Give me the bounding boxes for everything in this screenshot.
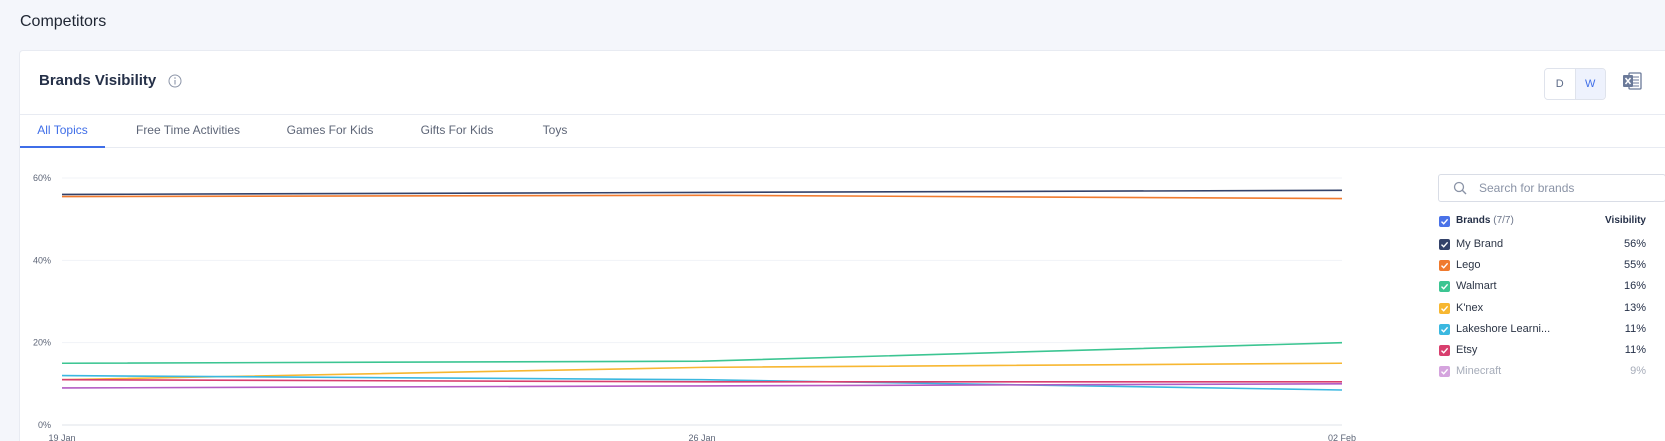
tab-free-time-activities[interactable]: Free Time Activities	[130, 115, 246, 148]
y-tick-label: 20%	[33, 338, 51, 348]
series-line	[61, 194, 1343, 200]
card-title: Brands Visibility	[39, 72, 157, 89]
brand-visibility-value: 55%	[1623, 259, 1646, 272]
brand-name: Walmart	[1456, 280, 1497, 293]
brand-checkbox[interactable]	[1439, 366, 1450, 378]
legend-item[interactable]: Etsy 11%	[1438, 343, 1646, 359]
legend-item[interactable]: Lego 55%	[1438, 258, 1646, 274]
brand-visibility-value: 9%	[1630, 365, 1646, 378]
visibility-header: Visibility	[1605, 215, 1646, 226]
brand-checkbox[interactable]	[1439, 302, 1450, 314]
brand-name: My Brand	[1456, 238, 1504, 250]
brand-checkbox[interactable]	[1439, 323, 1450, 335]
brand-name: K'nex	[1456, 301, 1484, 314]
series-line	[61, 189, 1343, 196]
brand-visibility-value: 11%	[1624, 344, 1646, 356]
brand-checkbox[interactable]	[1439, 345, 1450, 356]
toggle-daily-button[interactable]: D	[1545, 69, 1575, 99]
legend-item[interactable]: K'nex 13%	[1438, 301, 1646, 317]
legend-item[interactable]: My Brand 56%	[1438, 237, 1646, 253]
brand-visibility-value: 16%	[1623, 280, 1646, 293]
brand-name: Etsy	[1456, 344, 1478, 356]
brand-name: Minecraft	[1456, 365, 1502, 378]
excel-export-icon[interactable]	[1621, 70, 1643, 92]
brand-checkbox[interactable]	[1439, 260, 1450, 272]
x-tick-label: 26 Jan	[688, 433, 715, 441]
brand-checkbox[interactable]	[1439, 239, 1450, 250]
x-tick-label: 19 Jan	[48, 433, 75, 441]
topic-tabs: All Topics Free Time Activities Games Fo…	[20, 115, 1665, 148]
line-chart-svg: 0% 20% 40% 60% 19 Jan 26 Jan 02 Feb	[33, 173, 1356, 441]
y-tick-label: 60%	[33, 173, 51, 183]
brands-count: (7/7)	[1493, 215, 1514, 226]
tab-gifts-for-kids[interactable]: Gifts For Kids	[414, 115, 500, 148]
y-tick-label: 0%	[38, 420, 51, 430]
info-icon[interactable]	[168, 74, 182, 88]
legend-header-label: Brands (7/7)	[1456, 215, 1514, 226]
brand-visibility-value: 13%	[1623, 301, 1646, 314]
brand-search-box	[1438, 174, 1665, 202]
legend-item[interactable]: Walmart 16%	[1438, 279, 1646, 295]
granularity-toggle: D W	[1544, 68, 1606, 100]
tab-all-topics[interactable]: All Topics	[20, 115, 105, 148]
x-tick-label: 02 Feb	[1328, 433, 1356, 441]
legend-header: Brands (7/7) Visibility	[1438, 214, 1646, 228]
legend-item[interactable]: Lakeshore Learni... 11%	[1438, 322, 1646, 338]
brand-name: Lego	[1456, 259, 1481, 272]
brands-label: Brands	[1456, 215, 1491, 226]
brands-visibility-card: Brands Visibility D W All Topics Free Ti…	[19, 50, 1665, 441]
brand-checkbox[interactable]	[1439, 281, 1450, 293]
y-tick-label: 40%	[33, 255, 51, 265]
series-line	[61, 341, 1343, 365]
visibility-chart: 0% 20% 40% 60% 19 Jan 26 Jan 02 Feb	[20, 148, 1420, 441]
toggle-weekly-button[interactable]: W	[1574, 69, 1605, 99]
tab-games-for-kids[interactable]: Games For Kids	[282, 115, 378, 148]
legend-item[interactable]: Minecraft 9%	[1438, 364, 1646, 380]
card-header: Brands Visibility D W	[20, 51, 1665, 115]
brand-name: Lakeshore Learni...	[1456, 322, 1551, 335]
search-icon	[1453, 181, 1467, 195]
brand-visibility-value: 11%	[1624, 322, 1646, 335]
brand-visibility-value: 56%	[1623, 238, 1646, 250]
tab-toys[interactable]: Toys	[534, 115, 576, 148]
brand-search-input[interactable]	[1479, 179, 1659, 197]
page-title: Competitors	[20, 13, 107, 30]
select-all-checkbox[interactable]	[1439, 216, 1450, 227]
